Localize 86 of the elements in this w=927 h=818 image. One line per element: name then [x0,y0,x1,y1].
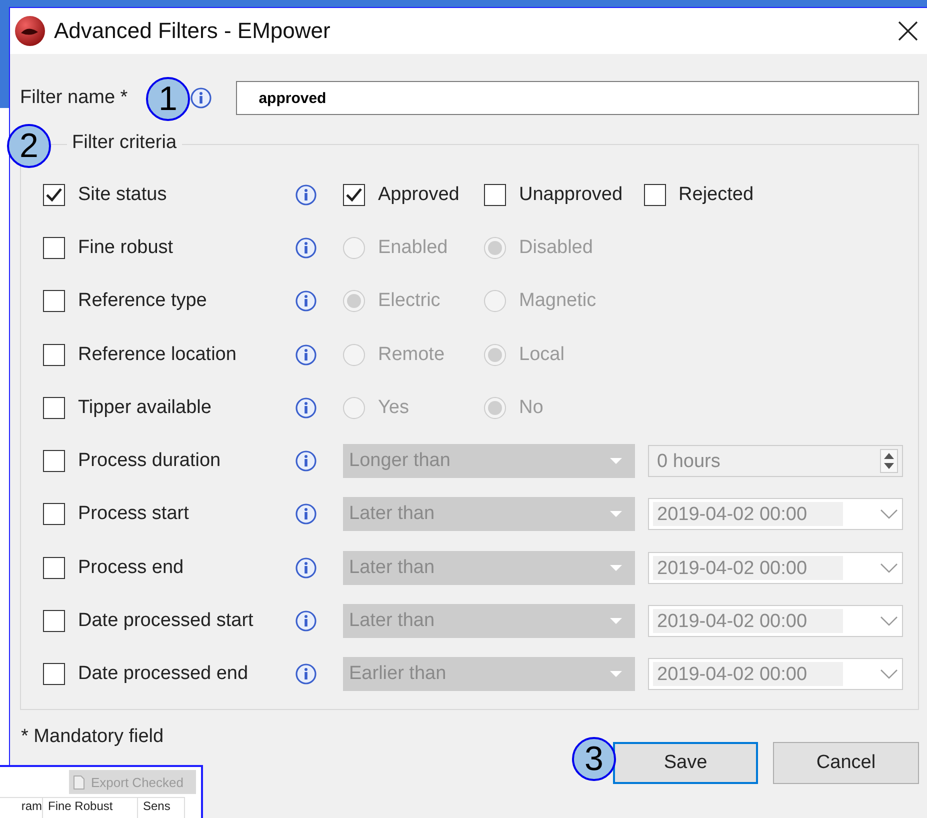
info-icon[interactable] [295,663,317,686]
radio-button[interactable] [484,344,506,366]
mandatory-note: * Mandatory field [21,726,165,748]
hours-spin-field[interactable]: 0 hours [648,445,903,478]
checkbox[interactable] [43,184,65,206]
checkbox[interactable] [43,610,65,632]
date-field[interactable]: 2019-04-02 00:00 [648,658,903,690]
option-label: No [519,396,544,419]
spin-arrows-icon[interactable] [880,449,898,474]
export-checked-button[interactable]: Export Checked [69,770,196,794]
app-logo-icon [14,15,46,47]
date-field[interactable]: 2019-04-02 00:00 [648,498,903,530]
checkbox[interactable] [484,184,506,206]
info-icon[interactable] [190,87,212,109]
radio-button[interactable] [484,396,506,419]
criterion-label: Date processed end [78,663,250,686]
option-label: Disabled [519,236,593,259]
checkbox[interactable] [43,290,65,312]
caret-icon [609,457,623,466]
column-header[interactable]: ram [0,798,43,818]
criterion-label: Date processed start [78,610,254,632]
date-field[interactable]: 2019-04-02 00:00 [648,605,903,638]
close-icon[interactable] [898,21,918,41]
caret-icon [609,670,623,678]
criterion-label: Process end [78,556,185,579]
criterion-label: Process duration [78,450,222,472]
info-icon[interactable] [295,184,317,206]
column-header[interactable]: Fine Robust [43,798,138,818]
option-label: Unapproved [519,184,623,206]
date-field[interactable]: 2019-04-02 00:00 [648,552,903,584]
option-label: Yes [378,396,409,419]
info-icon[interactable] [295,610,317,632]
chevron-down-icon[interactable] [880,616,898,626]
option-label: Approved [378,184,460,206]
checkbox[interactable] [43,236,65,259]
radio-button[interactable] [484,236,506,259]
info-icon[interactable] [295,236,317,259]
criterion-label: Site status [78,184,168,206]
comparison-dropdown[interactable]: Later than [343,550,635,585]
info-icon[interactable] [295,290,317,312]
criterion-label: Fine robust [78,236,174,259]
info-icon[interactable] [295,344,317,366]
radio-button[interactable] [484,290,506,312]
checkbox[interactable] [43,396,65,419]
field-label: Filter name * [20,87,128,109]
comparison-dropdown[interactable]: Later than [343,497,635,532]
caret-icon [609,617,623,626]
option-label: Magnetic [519,290,596,312]
criterion-label: Tipper available [78,396,212,419]
info-icon[interactable] [295,396,317,419]
comparison-dropdown[interactable]: Later than [343,604,635,638]
option-label: Rejected [678,184,754,206]
caret-icon [609,510,623,518]
chevron-down-icon[interactable] [880,509,898,520]
chevron-down-icon[interactable] [880,669,898,680]
criterion-label: Process start [78,503,190,526]
criterion-label: Reference type [78,290,208,312]
comparison-dropdown[interactable]: Earlier than [343,657,635,692]
radio-button[interactable] [343,396,365,419]
radio-button[interactable] [343,290,365,312]
radio-button[interactable] [343,344,365,366]
checkbox[interactable] [43,450,65,472]
caret-icon [609,564,623,572]
filter-name-input[interactable]: approved [236,81,919,115]
radio-button[interactable] [343,236,365,259]
info-icon[interactable] [295,450,317,472]
criterion-label: Reference location [78,344,238,366]
info-icon[interactable] [295,503,317,526]
column-header[interactable]: Sens [138,798,185,818]
option-label: Electric [378,290,440,312]
option-label: Enabled [378,236,448,259]
document-icon [73,774,85,790]
comparison-dropdown[interactable]: Longer than [343,444,635,478]
checkbox[interactable] [43,556,65,579]
chevron-down-icon[interactable] [880,562,898,573]
info-icon[interactable] [295,556,317,579]
checkbox[interactable] [644,184,666,206]
option-label: Remote [378,344,445,366]
checkbox[interactable] [43,503,65,526]
save-button[interactable]: Save [613,742,758,784]
option-label: Local [519,344,564,366]
checkbox[interactable] [43,663,65,686]
checkbox[interactable] [43,344,65,366]
cancel-button[interactable]: Cancel [773,742,919,784]
window-title: Advanced Filters - EMpower [54,18,332,44]
checkbox[interactable] [343,184,365,206]
